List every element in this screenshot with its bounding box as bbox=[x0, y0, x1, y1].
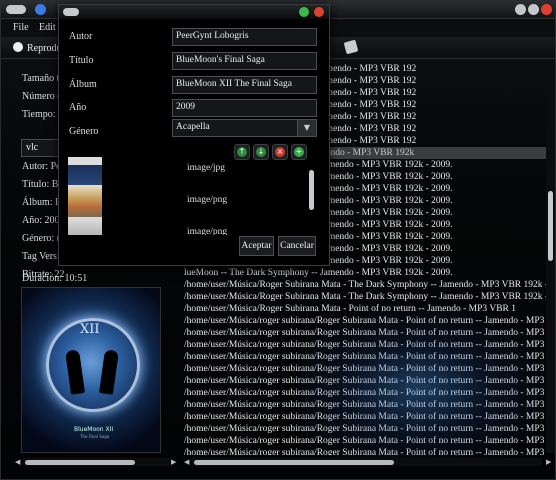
window-menu-button[interactable] bbox=[6, 5, 26, 14]
playlist-scroll-left-icon[interactable]: ◀ bbox=[184, 458, 189, 466]
anio-label: Año bbox=[69, 102, 87, 113]
playlist-vscroll-thumb[interactable] bbox=[548, 191, 553, 261]
playlist-row[interactable]: /home/user/Música/roger subirana/Roger S… bbox=[184, 411, 546, 423]
playlist-row[interactable]: /home/user/Música/roger subirana/Roger S… bbox=[184, 447, 546, 455]
titulo-label: Título bbox=[69, 55, 94, 66]
remove-icon: × bbox=[275, 147, 285, 157]
tag-editor-dialog: Autor PeerGynt Lobogris Título BlueMoon'… bbox=[58, 4, 330, 266]
info-duration: Duración: 10:51 bbox=[22, 273, 88, 284]
album-art-caption: BlueMoon XII bbox=[74, 426, 114, 433]
image-thumbnail[interactable] bbox=[68, 217, 102, 235]
arrow-up-icon: ↑ bbox=[237, 147, 247, 157]
menu-edit[interactable]: Edit bbox=[39, 22, 56, 33]
arrow-down-icon: ↓ bbox=[256, 147, 266, 157]
info-time: Tiempo: 5 bbox=[22, 109, 64, 120]
playlist-row[interactable]: /home/user/Música/roger subirana/Roger S… bbox=[184, 435, 546, 447]
autor-label: Autor bbox=[69, 31, 93, 42]
playlist-row[interactable]: lueMoon -- The Dark Symphony -- Jamendo … bbox=[184, 267, 546, 279]
album-label: Álbum bbox=[69, 79, 97, 90]
clock-numeral: XII bbox=[80, 322, 100, 337]
minimize-button[interactable] bbox=[515, 4, 526, 15]
tab-play-label: Reprodu bbox=[27, 43, 62, 54]
playlist-row[interactable]: /home/user/Música/roger subirana/Roger S… bbox=[184, 387, 546, 399]
info-genre: Género: ( bbox=[22, 233, 61, 244]
playlist-row[interactable]: /home/user/Música/Roger Subirana Mata - … bbox=[184, 279, 546, 291]
image-type: image/jpg bbox=[187, 163, 225, 173]
playlist-row[interactable]: /home/user/Música/roger subirana/Roger S… bbox=[184, 315, 546, 327]
image-list[interactable]: image/jpg image/png image/png bbox=[68, 157, 313, 235]
playlist-row[interactable]: /home/user/Música/Roger Subirana Mata - … bbox=[184, 303, 546, 315]
chevron-down-icon[interactable]: ▼ bbox=[297, 119, 317, 137]
left-scroll-arrow-icon[interactable]: ◀ bbox=[15, 458, 20, 466]
add-icon: + bbox=[294, 147, 304, 157]
playlist-row[interactable]: /home/user/Música/roger subirana/Roger S… bbox=[184, 351, 546, 363]
play-icon bbox=[13, 42, 23, 52]
autor-field[interactable]: PeerGynt Lobogris bbox=[172, 28, 317, 46]
anio-field[interactable]: 2009 bbox=[172, 99, 317, 117]
left-scroll-arrow-right-icon[interactable]: ▶ bbox=[171, 458, 176, 466]
tab-play[interactable]: Reprodu bbox=[13, 42, 61, 56]
playlist-row[interactable]: /home/user/Música/roger subirana/Roger S… bbox=[184, 399, 546, 411]
genero-label: Género bbox=[69, 126, 99, 137]
info-title: Título: Bl bbox=[22, 179, 62, 190]
genero-select[interactable]: Acapella bbox=[172, 119, 298, 137]
playlist-row[interactable]: /home/user/Música/roger subirana/Roger S… bbox=[184, 327, 546, 339]
image-type: image/png bbox=[187, 227, 228, 235]
playlist-row[interactable]: /home/user/Música/roger subirana/Roger S… bbox=[184, 339, 546, 351]
maximize-button[interactable] bbox=[528, 4, 539, 15]
album-art: XII BlueMoon XII The Final Saga bbox=[21, 287, 161, 453]
image-list-vscroll[interactable] bbox=[309, 170, 314, 210]
playlist-row[interactable]: /home/user/Música/roger subirana/Roger S… bbox=[184, 363, 546, 375]
accept-button[interactable]: Aceptar bbox=[239, 236, 274, 256]
close-button[interactable] bbox=[541, 4, 552, 15]
album-field[interactable]: BlueMoon XII The Final Saga bbox=[172, 76, 317, 94]
playlist-row[interactable]: /home/user/Música/Roger Subirana Mata - … bbox=[184, 291, 546, 303]
image-thumbnail[interactable] bbox=[68, 185, 102, 217]
menu-file[interactable]: File bbox=[13, 22, 29, 33]
titulo-field[interactable]: BlueMoon's Final Saga bbox=[172, 52, 317, 70]
cancel-button[interactable]: Cancelar bbox=[278, 236, 316, 256]
playlist-hscroll-thumb[interactable] bbox=[194, 460, 394, 465]
left-hscroll-thumb[interactable] bbox=[25, 460, 135, 465]
playlist-scroll-right-icon[interactable]: ▶ bbox=[546, 458, 551, 466]
dialog-maximize-button[interactable] bbox=[299, 7, 309, 17]
playlist-row[interactable]: /home/user/Música/roger subirana/Roger S… bbox=[184, 375, 546, 387]
album-art-subcaption: The Final Saga bbox=[80, 434, 110, 439]
window-pin-button[interactable] bbox=[35, 4, 46, 15]
dialog-titlebar bbox=[59, 5, 329, 19]
playlist-row[interactable]: /home/user/Música/roger subirana/Roger S… bbox=[184, 423, 546, 435]
dialog-menu-button[interactable] bbox=[63, 8, 79, 16]
image-type: image/png bbox=[187, 195, 228, 205]
dialog-close-button[interactable] bbox=[314, 7, 324, 17]
